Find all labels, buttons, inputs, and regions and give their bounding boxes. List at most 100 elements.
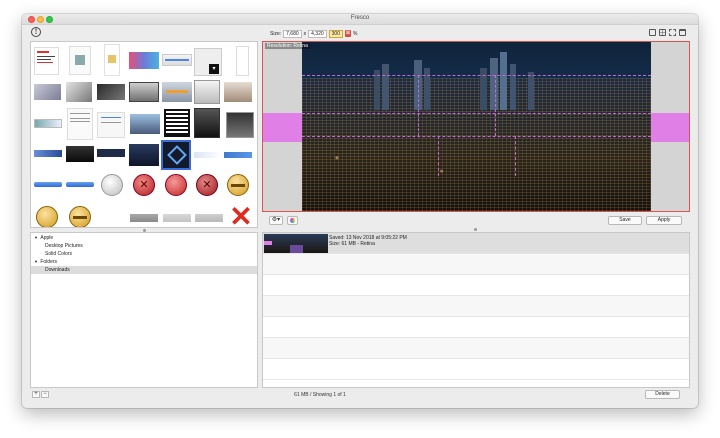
list-item	[263, 338, 689, 359]
gallery-thumb[interactable]	[194, 108, 220, 138]
lock-icon[interactable]: ⊠	[345, 30, 351, 37]
qr-code-thumb[interactable]	[164, 109, 190, 137]
tree-footer-buttons: + −	[32, 391, 49, 398]
saved-size: Size: 61 MB - Retina	[329, 241, 375, 247]
list-item	[263, 275, 689, 296]
gallery-thumb[interactable]	[163, 214, 191, 222]
tree-item-solid-colors[interactable]: Solid Colors	[31, 250, 257, 258]
width-field[interactable]: 7,680	[283, 29, 302, 38]
gallery-thumb[interactable]	[130, 114, 160, 134]
status-text: 61 MB / Showing 1 of 1	[294, 392, 346, 398]
remove-button[interactable]: −	[41, 391, 49, 398]
tree-item-label: Solid Colors	[45, 251, 72, 257]
gallery-thumb[interactable]	[34, 119, 62, 128]
tree-item-desktop-pictures[interactable]: Desktop Pictures	[31, 242, 257, 250]
tree-item-label: Desktop Pictures	[45, 243, 83, 249]
gallery-thumb[interactable]	[34, 47, 59, 75]
source-tree: ▼ Apple Desktop Pictures Solid Colors ▼ …	[30, 232, 258, 388]
gallery-thumb[interactable]	[34, 182, 62, 187]
tree-item-apple[interactable]: ▼ Apple	[31, 234, 257, 242]
split-view-icon[interactable]	[669, 29, 676, 36]
disclosure-triangle-icon[interactable]: ▼	[34, 235, 38, 240]
gallery-thumb[interactable]	[67, 108, 93, 140]
list-item	[263, 296, 689, 317]
guide-line	[418, 75, 419, 136]
height-field[interactable]: 4,320	[308, 29, 327, 38]
list-item	[263, 359, 689, 380]
gallery-thumb[interactable]	[129, 52, 159, 69]
list-item	[263, 317, 689, 338]
gallery-thumb[interactable]	[236, 46, 249, 76]
guide-overlay-left	[263, 113, 302, 142]
gallery-thumb[interactable]	[66, 146, 94, 162]
guide-overlay-right	[651, 113, 689, 142]
app-window: Fresco ! Size: 7,680 x 4,320 300 ⊠ % ▾ ✕…	[22, 14, 698, 408]
size-label: Size:	[270, 30, 282, 37]
gallery-thumb[interactable]	[194, 80, 220, 104]
resolution-label: Resolution: Retina	[265, 43, 310, 49]
view-mode-group	[649, 29, 686, 36]
list-item	[263, 254, 689, 275]
calendar-icon[interactable]	[679, 29, 686, 36]
gallery-thumb[interactable]	[36, 206, 58, 227]
apply-button[interactable]: Apply	[646, 216, 682, 225]
gallery-thumb[interactable]	[97, 112, 125, 138]
color-wheel-icon[interactable]	[287, 216, 298, 225]
guide-line	[515, 136, 516, 176]
tree-item-folders[interactable]: ▼ Folders	[31, 258, 257, 266]
saved-list: Saved: 13 Nov 2018 at 9:05:22 PM Size: 6…	[262, 232, 690, 388]
size-controls: Size: 7,680 x 4,320 300 ⊠ %	[270, 29, 357, 38]
scale-field[interactable]: 300	[328, 29, 343, 38]
gallery-thumb[interactable]	[165, 174, 187, 196]
gallery-thumb[interactable]	[224, 82, 252, 102]
gallery-thumb[interactable]	[162, 82, 192, 102]
red-x-icon[interactable]: ✕	[228, 203, 254, 228]
gallery-thumb[interactable]	[101, 174, 123, 196]
gallery-thumb[interactable]	[195, 214, 223, 222]
splitter-handle[interactable]	[474, 228, 477, 231]
gear-icon[interactable]: ⚙▾	[269, 216, 283, 225]
gallery-thumb[interactable]	[130, 214, 158, 222]
single-view-icon[interactable]	[649, 29, 656, 36]
info-icon[interactable]: !	[31, 27, 41, 37]
list-item[interactable]: Saved: 13 Nov 2018 at 9:05:22 PM Size: 6…	[263, 233, 689, 254]
delete-button[interactable]: Delete	[645, 390, 680, 399]
gallery-thumb[interactable]	[97, 84, 125, 100]
wallpaper-preview[interactable]: Resolution: Retina	[262, 41, 690, 212]
window-title: Fresco	[350, 15, 370, 21]
gallery-thumb[interactable]: ✕	[133, 174, 155, 196]
gallery-thumb[interactable]	[66, 82, 92, 102]
tree-item-downloads[interactable]: Downloads	[31, 266, 257, 274]
gallery-thumb[interactable]	[129, 82, 159, 102]
gallery-thumb[interactable]	[162, 54, 192, 66]
percent-label: %	[353, 30, 358, 37]
gallery-thumb[interactable]	[34, 84, 61, 100]
gallery-thumb[interactable]	[129, 144, 159, 166]
guide-line	[302, 113, 651, 114]
gallery-thumb[interactable]	[104, 44, 120, 76]
gallery-thumb[interactable]	[226, 112, 254, 138]
gallery-thumb[interactable]	[227, 174, 249, 196]
gallery-thumb[interactable]	[69, 46, 91, 75]
city-night-image	[302, 42, 651, 211]
saved-thumbnail	[264, 234, 328, 253]
guide-line	[438, 136, 439, 176]
gallery-thumb[interactable]	[224, 152, 252, 158]
add-button[interactable]: +	[32, 391, 40, 398]
disclosure-triangle-icon[interactable]: ▼	[34, 259, 38, 264]
gallery-thumb[interactable]	[69, 206, 91, 227]
image-gallery[interactable]: ▾ ✕ ✕ ✕	[30, 41, 258, 228]
gallery-thumb[interactable]	[34, 150, 62, 157]
gallery-thumb[interactable]	[97, 149, 125, 157]
tree-item-label: Apple	[40, 235, 54, 241]
gallery-thumb[interactable]	[194, 152, 222, 158]
guide-line	[495, 75, 496, 136]
gallery-thumb-selected[interactable]	[161, 140, 191, 170]
tree-item-label: Folders	[40, 259, 58, 265]
grid-view-icon[interactable]	[659, 29, 666, 36]
toolbar: ! Size: 7,680 x 4,320 300 ⊠ %	[22, 25, 698, 41]
save-button[interactable]: Save	[608, 216, 642, 225]
gallery-thumb[interactable]: ✕	[196, 174, 218, 196]
gallery-thumb[interactable]: ▾	[194, 48, 222, 76]
gallery-thumb[interactable]	[66, 182, 94, 187]
